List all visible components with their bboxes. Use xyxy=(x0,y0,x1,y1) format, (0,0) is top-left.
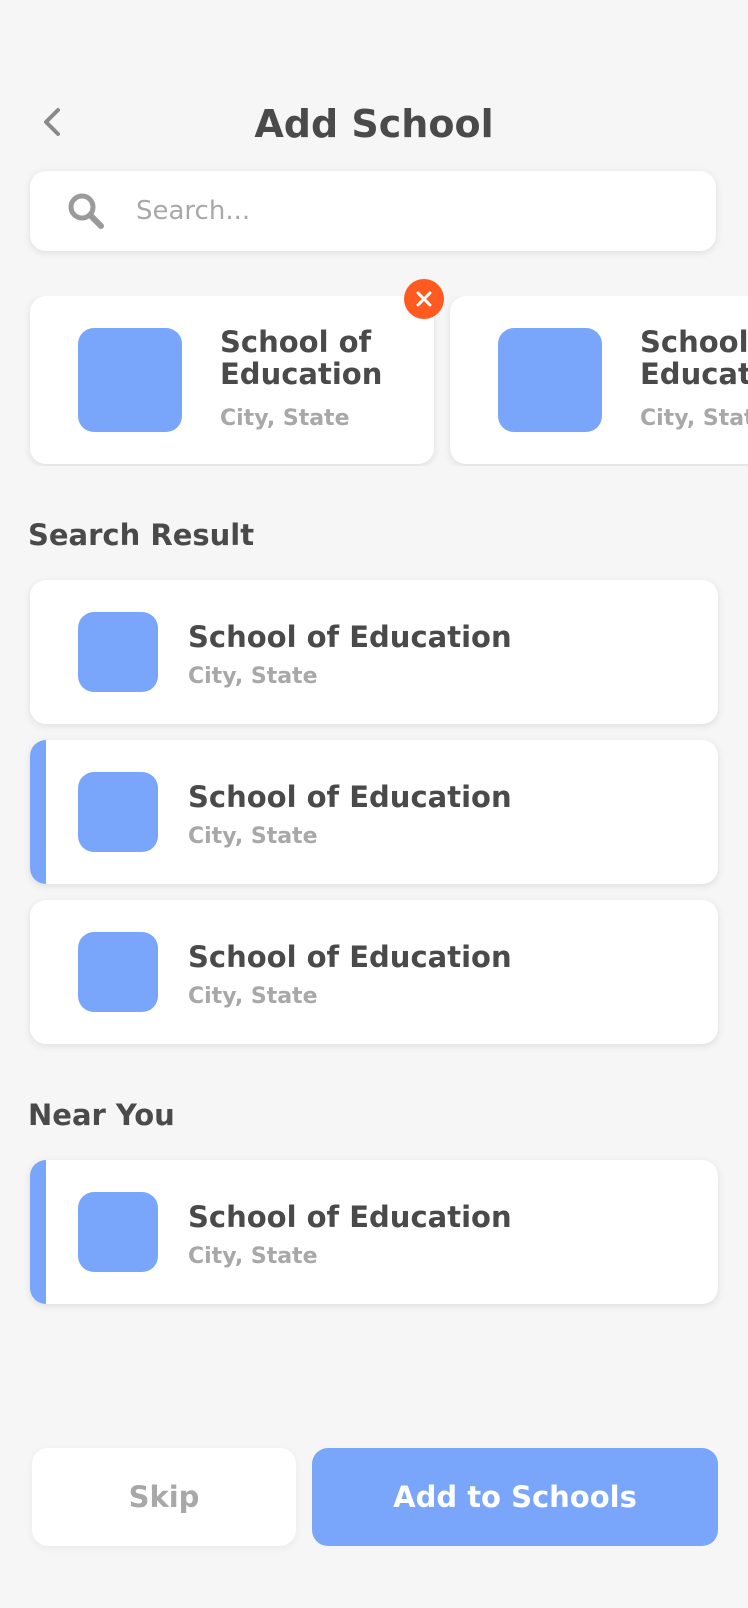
school-name: School of Education xyxy=(188,620,512,654)
search-icon xyxy=(66,191,106,231)
school-name: School of Education xyxy=(188,1200,512,1234)
remove-selected-button[interactable] xyxy=(404,279,444,319)
school-logo xyxy=(78,612,158,692)
header: Add School xyxy=(0,96,748,156)
skip-button[interactable]: Skip xyxy=(32,1448,296,1546)
selected-school-card[interactable]: School of Education City, State xyxy=(30,296,434,464)
search-input[interactable] xyxy=(136,196,656,226)
near-you-heading: Near You xyxy=(28,1098,175,1132)
school-logo xyxy=(78,328,182,432)
school-location: City, State xyxy=(188,664,318,689)
search-bar[interactable] xyxy=(30,171,716,251)
school-logo xyxy=(78,932,158,1012)
school-logo xyxy=(498,328,602,432)
school-name: School of Education xyxy=(220,325,383,391)
near-you-item[interactable]: School of Education City, State xyxy=(30,1160,718,1304)
school-location: City, State xyxy=(188,984,318,1009)
search-result-item[interactable]: School of Education City, State xyxy=(30,900,718,1044)
school-location: City, State xyxy=(220,406,350,431)
school-name: School of Education xyxy=(188,940,512,974)
selected-schools-carousel[interactable]: School of Education City, State School o… xyxy=(0,296,748,466)
page-title: Add School xyxy=(254,102,494,146)
search-result-heading: Search Result xyxy=(28,518,255,552)
add-to-schools-button[interactable]: Add to Schools xyxy=(312,1448,718,1546)
school-logo xyxy=(78,1192,158,1272)
close-icon xyxy=(416,291,432,307)
school-name: School of Education xyxy=(640,325,748,391)
school-location: City, State xyxy=(188,824,318,849)
selected-school-card[interactable]: School of Education City, State xyxy=(450,296,748,464)
school-location: City, State xyxy=(640,406,748,431)
school-logo xyxy=(78,772,158,852)
school-name: School of Education xyxy=(188,780,512,814)
school-location: City, State xyxy=(188,1244,318,1269)
search-result-item[interactable]: School of Education City, State xyxy=(30,580,718,724)
search-result-item[interactable]: School of Education City, State xyxy=(30,740,718,884)
